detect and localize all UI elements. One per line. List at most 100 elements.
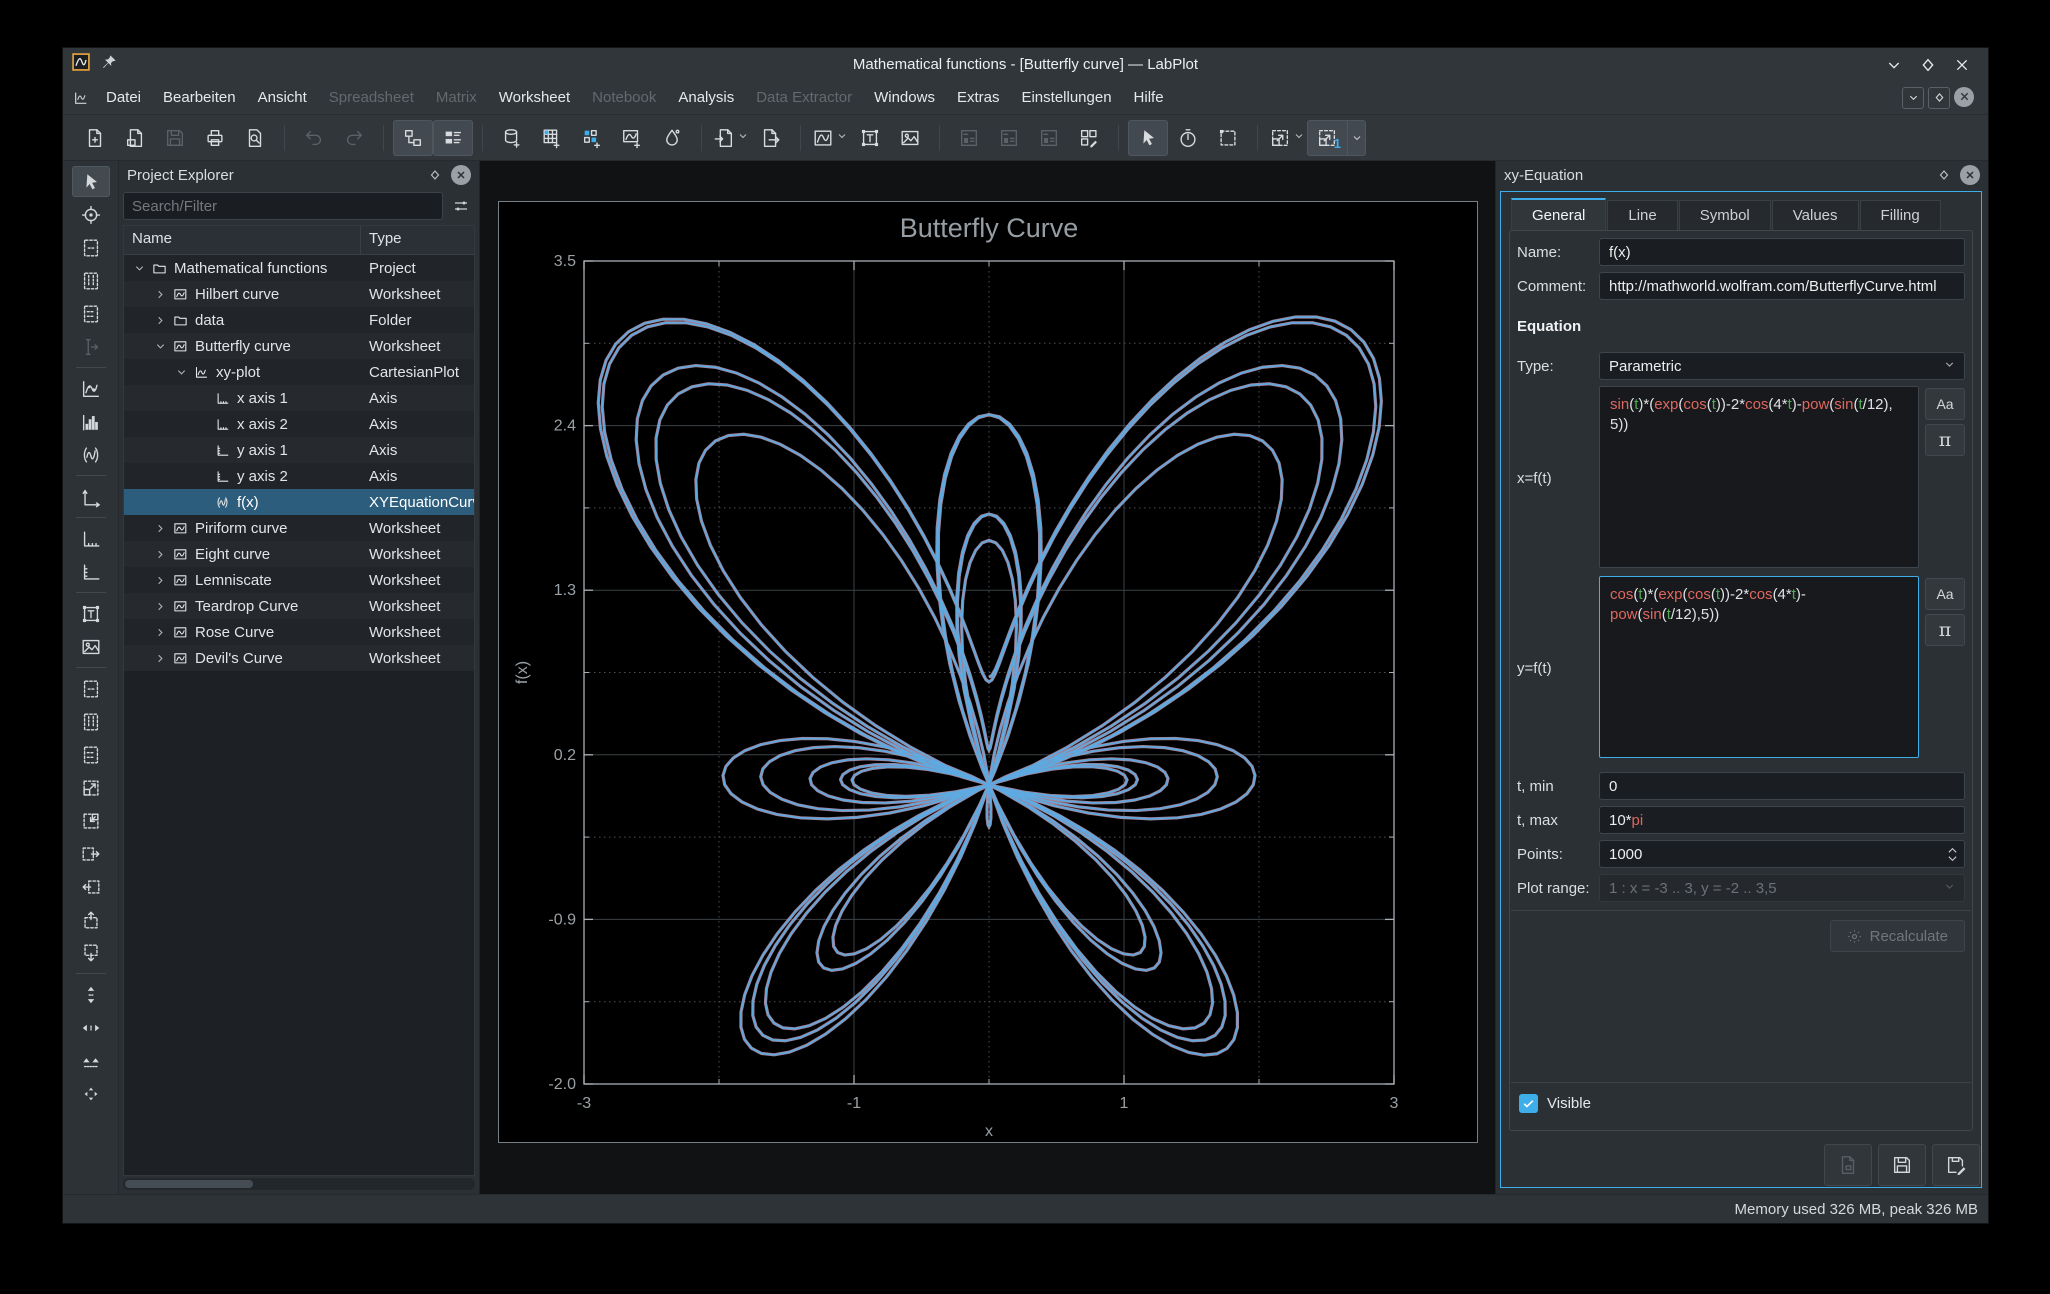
tree-row-x-axis-2[interactable]: x axis 2 Axis (124, 411, 474, 437)
open-project-button[interactable] (115, 120, 155, 156)
new-project-button[interactable] (75, 120, 115, 156)
print-preview-button[interactable] (235, 120, 275, 156)
expand-chevron-icon[interactable] (151, 549, 169, 560)
column-header-name[interactable]: Name (124, 226, 361, 254)
add-histogram-button[interactable] (72, 406, 110, 437)
insert-constant-button[interactable]: Aa (1925, 388, 1965, 420)
menu-datei[interactable]: Datei (95, 84, 152, 111)
points-spinbox[interactable]: 1000 (1599, 840, 1965, 868)
expand-chevron-icon[interactable] (151, 627, 169, 638)
edit-layout-button[interactable] (1069, 120, 1109, 156)
tree-row-data[interactable]: data Folder (124, 307, 474, 333)
menu-hilfe[interactable]: Hilfe (1123, 84, 1175, 111)
tab-line[interactable]: Line (1607, 200, 1678, 230)
tree-row-f-x-[interactable]: f(x) XYEquationCurve (124, 489, 474, 515)
shift-left-button[interactable] (72, 871, 110, 902)
auto-fit-button[interactable] (1267, 120, 1307, 156)
menu-bearbeiten[interactable]: Bearbeiten (152, 84, 247, 111)
add-text-label-button[interactable] (850, 120, 890, 156)
expand-chevron-icon[interactable] (151, 601, 169, 612)
maximize-button[interactable] (1916, 53, 1940, 77)
zoom-y-region-button[interactable] (72, 739, 110, 770)
menu-worksheet[interactable]: Worksheet (488, 84, 581, 111)
zoom-x-region-button[interactable] (72, 706, 110, 737)
name-field[interactable]: f(x) (1599, 238, 1965, 266)
zoom-select-x-region-button[interactable] (72, 265, 110, 296)
type-dropdown[interactable]: Parametric (1599, 352, 1965, 380)
tmax-field[interactable]: 10* pi (1599, 806, 1965, 834)
print-button[interactable] (195, 120, 235, 156)
expand-chevron-icon[interactable] (130, 263, 148, 274)
mdi-restore-button[interactable] (1928, 86, 1950, 109)
insert-constant-button[interactable]: Aa (1925, 578, 1965, 610)
expand-chevron-icon[interactable] (151, 523, 169, 534)
tmin-field[interactable]: 0 (1599, 772, 1965, 800)
expand-chevron-icon[interactable] (151, 575, 169, 586)
auto-scale-button[interactable] (72, 1045, 110, 1076)
close-panel-icon[interactable] (451, 165, 471, 185)
scrollbar-thumb[interactable] (125, 1180, 253, 1188)
visible-checkbox[interactable] (1519, 1094, 1538, 1113)
menu-extras[interactable]: Extras (946, 84, 1011, 111)
zoom-select-region-button[interactable] (72, 232, 110, 263)
tree-row-xy-plot[interactable]: xy-plot CartesianPlot (124, 359, 474, 385)
save-configuration-as-button[interactable] (1932, 1144, 1980, 1186)
export-button[interactable] (751, 120, 791, 156)
float-panel-icon[interactable] (425, 165, 445, 185)
expand-chevron-icon[interactable] (172, 367, 190, 378)
add-vertical-axis-button[interactable] (72, 556, 110, 587)
add-text-label-button[interactable] (72, 598, 110, 629)
column-header-type[interactable]: Type (361, 226, 474, 254)
tab-symbol[interactable]: Symbol (1678, 200, 1771, 230)
expand-chevron-icon[interactable] (151, 341, 169, 352)
select-mode-button[interactable] (1128, 119, 1168, 156)
worksheet-page[interactable]: -3 -1 1 3 3.5 2.4 1.3 0.2 -0.9 -2.0 Butterfly Curv… (498, 201, 1478, 1143)
toggle-project-explorer-button[interactable] (393, 119, 433, 156)
add-image-button[interactable] (890, 120, 930, 156)
expand-chevron-icon[interactable] (151, 653, 169, 664)
tree-row-teardrop-curve[interactable]: Teardrop Curve Worksheet (124, 593, 474, 619)
x-equation-editor[interactable]: sin(t)*(exp(cos(t))-2*cos(4*t)-pow(sin(t… (1599, 386, 1919, 568)
new-spreadsheet-button[interactable] (532, 120, 572, 156)
shift-right-button[interactable] (72, 838, 110, 869)
float-panel-icon[interactable] (1934, 165, 1954, 185)
tab-values[interactable]: Values (1771, 200, 1859, 230)
search-input[interactable] (123, 192, 443, 220)
save-configuration-button[interactable] (1878, 1144, 1926, 1186)
tree-row-devil-s-curve[interactable]: Devil's Curve Worksheet (124, 645, 474, 671)
tree-row-lemniscate[interactable]: Lemniscate Worksheet (124, 567, 474, 593)
add-horizontal-axis-button[interactable] (72, 523, 110, 554)
auto-scale-x-button[interactable] (72, 1012, 110, 1043)
tree-row-hilbert-curve[interactable]: Hilbert curve Worksheet (124, 281, 474, 307)
menu-windows[interactable]: Windows (863, 84, 946, 111)
menu-einstellungen[interactable]: Einstellungen (1010, 84, 1122, 111)
import-button[interactable] (711, 120, 751, 156)
auto-scale-y-button[interactable] (72, 979, 110, 1010)
minimize-button[interactable] (1882, 53, 1906, 77)
tree-row-eight-curve[interactable]: Eight curve Worksheet (124, 541, 474, 567)
add-axis-button[interactable] (72, 481, 110, 512)
zoom-select-mode-button[interactable] (1208, 120, 1248, 156)
y-equation-editor[interactable]: cos(t)*(exp(cos(t))-2*cos(4*t)-pow(sin(t… (1599, 576, 1919, 758)
tree-row-x-axis-1[interactable]: x axis 1 Axis (124, 385, 474, 411)
insert-function-button[interactable]: π (1925, 424, 1965, 456)
mdi-close-button[interactable] (1954, 86, 1974, 107)
close-button[interactable] (1950, 53, 1974, 77)
pin-icon[interactable] (101, 54, 117, 75)
tree-row-rose-curve[interactable]: Rose Curve Worksheet (124, 619, 474, 645)
new-plot-button[interactable] (810, 120, 850, 156)
tab-general[interactable]: General (1511, 198, 1607, 230)
menu-analysis[interactable]: Analysis (667, 84, 745, 111)
tree-row-y-axis-1[interactable]: y axis 1 Axis (124, 437, 474, 463)
shift-up-button[interactable] (72, 904, 110, 935)
comment-field[interactable]: http://mathworld.wolfram.com/ButterflyCu… (1599, 272, 1965, 300)
menu-ansicht[interactable]: Ansicht (247, 84, 318, 111)
select-mode-button[interactable] (71, 166, 110, 197)
auto-scale-all-button[interactable] (72, 1078, 110, 1109)
shift-down-button[interactable] (72, 937, 110, 968)
insert-function-button[interactable]: π (1925, 614, 1965, 646)
toggle-properties-explorer-button[interactable] (433, 119, 473, 156)
tree-row-y-axis-2[interactable]: y axis 2 Axis (124, 463, 474, 489)
navigate-mode-button[interactable] (1168, 120, 1208, 156)
add-equation-curve-button[interactable] (72, 439, 110, 470)
